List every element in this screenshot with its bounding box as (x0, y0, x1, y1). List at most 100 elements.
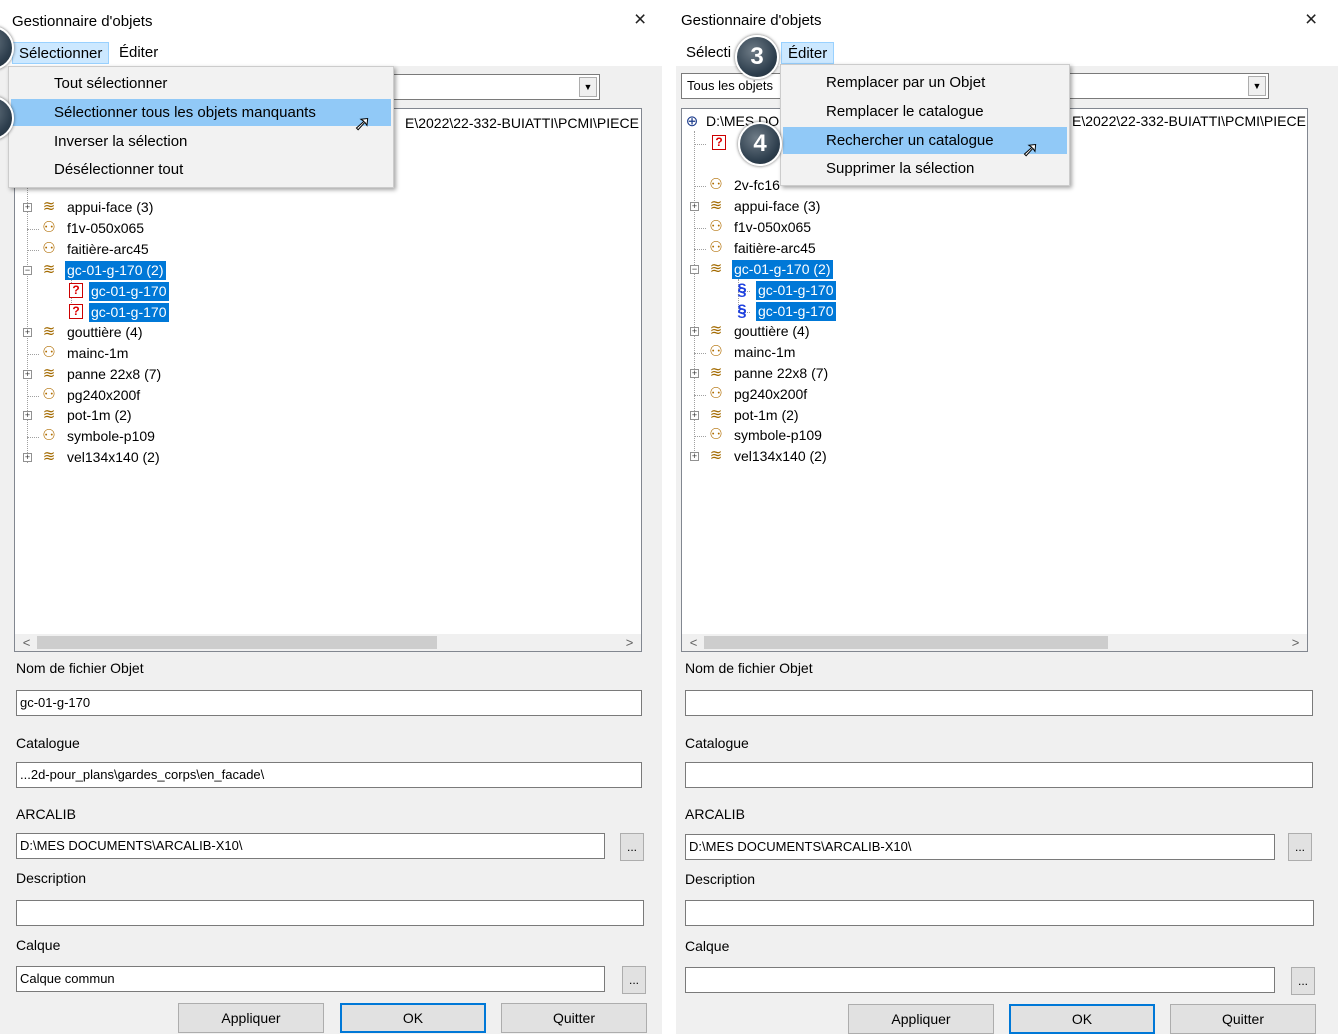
tree-item[interactable]: ⚇ f1v-050x065 (15, 219, 315, 239)
object-icon: ⚇ (42, 219, 56, 236)
tree-item[interactable]: ⚇ pg240x200f (682, 385, 982, 405)
object-tree[interactable]: ⊕ D:\MES DO E\2022\22-332-BUIATTI\PCMI\P… (681, 108, 1308, 652)
collapse-icon[interactable]: − (690, 265, 699, 274)
tree-item[interactable]: ⚇ f1v-050x065 (682, 218, 982, 238)
arcalib-label: ARCALIB (16, 806, 76, 822)
scrollbar-thumb[interactable] (37, 636, 437, 649)
catalogue-label: Catalogue (685, 735, 749, 751)
tree-item[interactable]: ⚇ faitière-arc45 (15, 240, 315, 260)
tree-item[interactable]: ⚇ faitière-arc45 (682, 239, 982, 259)
tree-child-item[interactable]: § gc-01-g-170 (682, 302, 982, 322)
menu-select[interactable]: Sélectionner (12, 42, 110, 64)
chevron-down-icon[interactable]: ▼ (579, 77, 597, 97)
mouse-cursor-icon: ➚ (1022, 139, 1040, 161)
tree-item[interactable]: + ≋ vel134x140 (2) (682, 447, 982, 467)
relink-icon: § (737, 280, 747, 299)
group-icon: ≋ (709, 322, 723, 339)
expand-icon[interactable]: + (23, 328, 32, 337)
description-field[interactable] (16, 900, 644, 926)
apply-button[interactable]: Appliquer (848, 1004, 994, 1034)
expand-icon[interactable]: + (23, 203, 32, 212)
chevron-down-icon[interactable]: ▼ (1248, 76, 1266, 96)
arcalib-field[interactable]: D:\MES DOCUMENTS\ARCALIB-X10\ (16, 833, 605, 859)
tree-item[interactable]: + ≋ panne 22x8 (7) (682, 364, 982, 384)
quit-button[interactable]: Quitter (501, 1003, 647, 1033)
tree-item[interactable]: + ≋ panne 22x8 (7) (15, 365, 315, 385)
object-tree[interactable]: E\2022\22-332-BUIATTI\PCMI\PIECE + ≋ app… (14, 108, 642, 652)
tree-item[interactable]: ⚇ pg240x200f (15, 386, 315, 406)
menu-edit[interactable]: Éditer (781, 42, 835, 64)
expand-icon[interactable]: + (690, 327, 699, 336)
title-bar: Gestionnaire d'objets × (0, 0, 662, 40)
menu-item-deselect-all[interactable]: Désélectionner tout (11, 156, 391, 183)
tree-item[interactable]: + ≋ pot-1m (2) (15, 406, 315, 426)
horizontal-scrollbar[interactable]: < > (15, 634, 641, 651)
expand-icon[interactable]: + (23, 411, 32, 420)
object-file-label: Nom de fichier Objet (16, 660, 144, 676)
window-title: Gestionnaire d'objets (12, 13, 153, 30)
description-field[interactable] (685, 900, 1314, 926)
tree-item[interactable]: ⚇ mainc-1m (15, 344, 315, 364)
menu-select[interactable]: Sélecti (680, 42, 737, 64)
layer-field[interactable] (685, 967, 1275, 993)
tree-item[interactable]: ⚇ mainc-1m (682, 343, 982, 363)
tree-child-item[interactable]: ? gc-01-g-170 (15, 282, 315, 302)
scroll-left-icon[interactable]: < (18, 634, 35, 651)
expand-icon[interactable]: + (23, 453, 32, 462)
menu-edit[interactable]: Éditer (113, 42, 164, 64)
arcalib-field[interactable]: D:\MES DOCUMENTS\ARCALIB-X10\ (685, 834, 1275, 860)
expand-icon[interactable]: + (690, 411, 699, 420)
menu-item-invert-selection[interactable]: Inverser la sélection (11, 128, 391, 155)
group-icon: ≋ (42, 406, 56, 423)
object-icon: ⚇ (709, 239, 723, 256)
expand-icon[interactable]: + (23, 370, 32, 379)
tree-item[interactable]: + ≋ gouttière (4) (15, 323, 315, 343)
tree-child-item[interactable]: § gc-01-g-170 (682, 281, 982, 301)
description-label: Description (685, 871, 756, 887)
step-badge-4: 4 (738, 122, 782, 166)
close-icon[interactable]: × (634, 9, 646, 31)
collapse-icon[interactable]: − (23, 266, 32, 275)
scroll-right-icon[interactable]: > (621, 634, 638, 651)
tree-item-selected[interactable]: − ≋ gc-01-g-170 (2) (682, 260, 982, 280)
object-icon: ⚇ (709, 343, 723, 360)
tree-item[interactable]: ⚇ symbole-p109 (682, 426, 982, 446)
arcalib-browse-button[interactable]: ... (620, 833, 644, 861)
horizontal-scrollbar[interactable]: < > (682, 634, 1307, 651)
layer-browse-button[interactable]: ... (1291, 967, 1315, 995)
object-file-field[interactable]: gc-01-g-170 (16, 690, 642, 716)
tree-item-selected[interactable]: − ≋ gc-01-g-170 (2) (15, 261, 315, 281)
tree-item[interactable]: + ≋ appui-face (3) (15, 198, 315, 218)
ok-button[interactable]: OK (1009, 1004, 1155, 1034)
apply-button[interactable]: Appliquer (178, 1003, 324, 1033)
quit-button[interactable]: Quitter (1170, 1004, 1316, 1034)
layer-field[interactable]: Calque commun (16, 966, 605, 992)
object-file-field[interactable] (685, 690, 1313, 716)
object-icon: ⚇ (42, 386, 56, 403)
tree-item[interactable]: ⚇ symbole-p109 (15, 427, 315, 447)
tree-item[interactable]: + ≋ vel134x140 (2) (15, 448, 315, 468)
menu-item-replace-object[interactable]: Remplacer par un Objet (783, 69, 1067, 96)
expand-icon[interactable]: + (690, 202, 699, 211)
expand-icon[interactable]: + (690, 369, 699, 378)
expand-icon[interactable]: + (690, 452, 699, 461)
catalogue-field[interactable]: ...2d-pour_plans\gardes_corps\en_facade\ (16, 762, 642, 788)
tree-item[interactable]: + ≋ pot-1m (2) (682, 406, 982, 426)
edit-dropdown-menu: Remplacer par un Objet Remplacer le cata… (780, 64, 1070, 186)
arcalib-browse-button[interactable]: ... (1288, 833, 1312, 861)
close-icon[interactable]: × (1305, 9, 1317, 31)
menu-item-select-all[interactable]: Tout sélectionner (11, 70, 391, 97)
tree-item[interactable]: + ≋ gouttière (4) (682, 322, 982, 342)
tree-item[interactable]: + ≋ appui-face (3) (682, 197, 982, 217)
menu-item-select-missing[interactable]: Sélectionner tous les objets manquants (11, 99, 391, 126)
scroll-right-icon[interactable]: > (1287, 634, 1304, 651)
scroll-left-icon[interactable]: < (685, 634, 702, 651)
layer-browse-button[interactable]: ... (622, 966, 646, 994)
menu-bar: Sélectionner Éditer (0, 40, 662, 66)
catalogue-label: Catalogue (16, 735, 80, 751)
catalogue-field[interactable] (685, 762, 1313, 788)
tree-child-item[interactable]: ? gc-01-g-170 (15, 303, 315, 323)
menu-item-replace-catalogue[interactable]: Remplacer le catalogue (783, 98, 1067, 125)
scrollbar-thumb[interactable] (704, 636, 1108, 649)
ok-button[interactable]: OK (340, 1003, 486, 1033)
